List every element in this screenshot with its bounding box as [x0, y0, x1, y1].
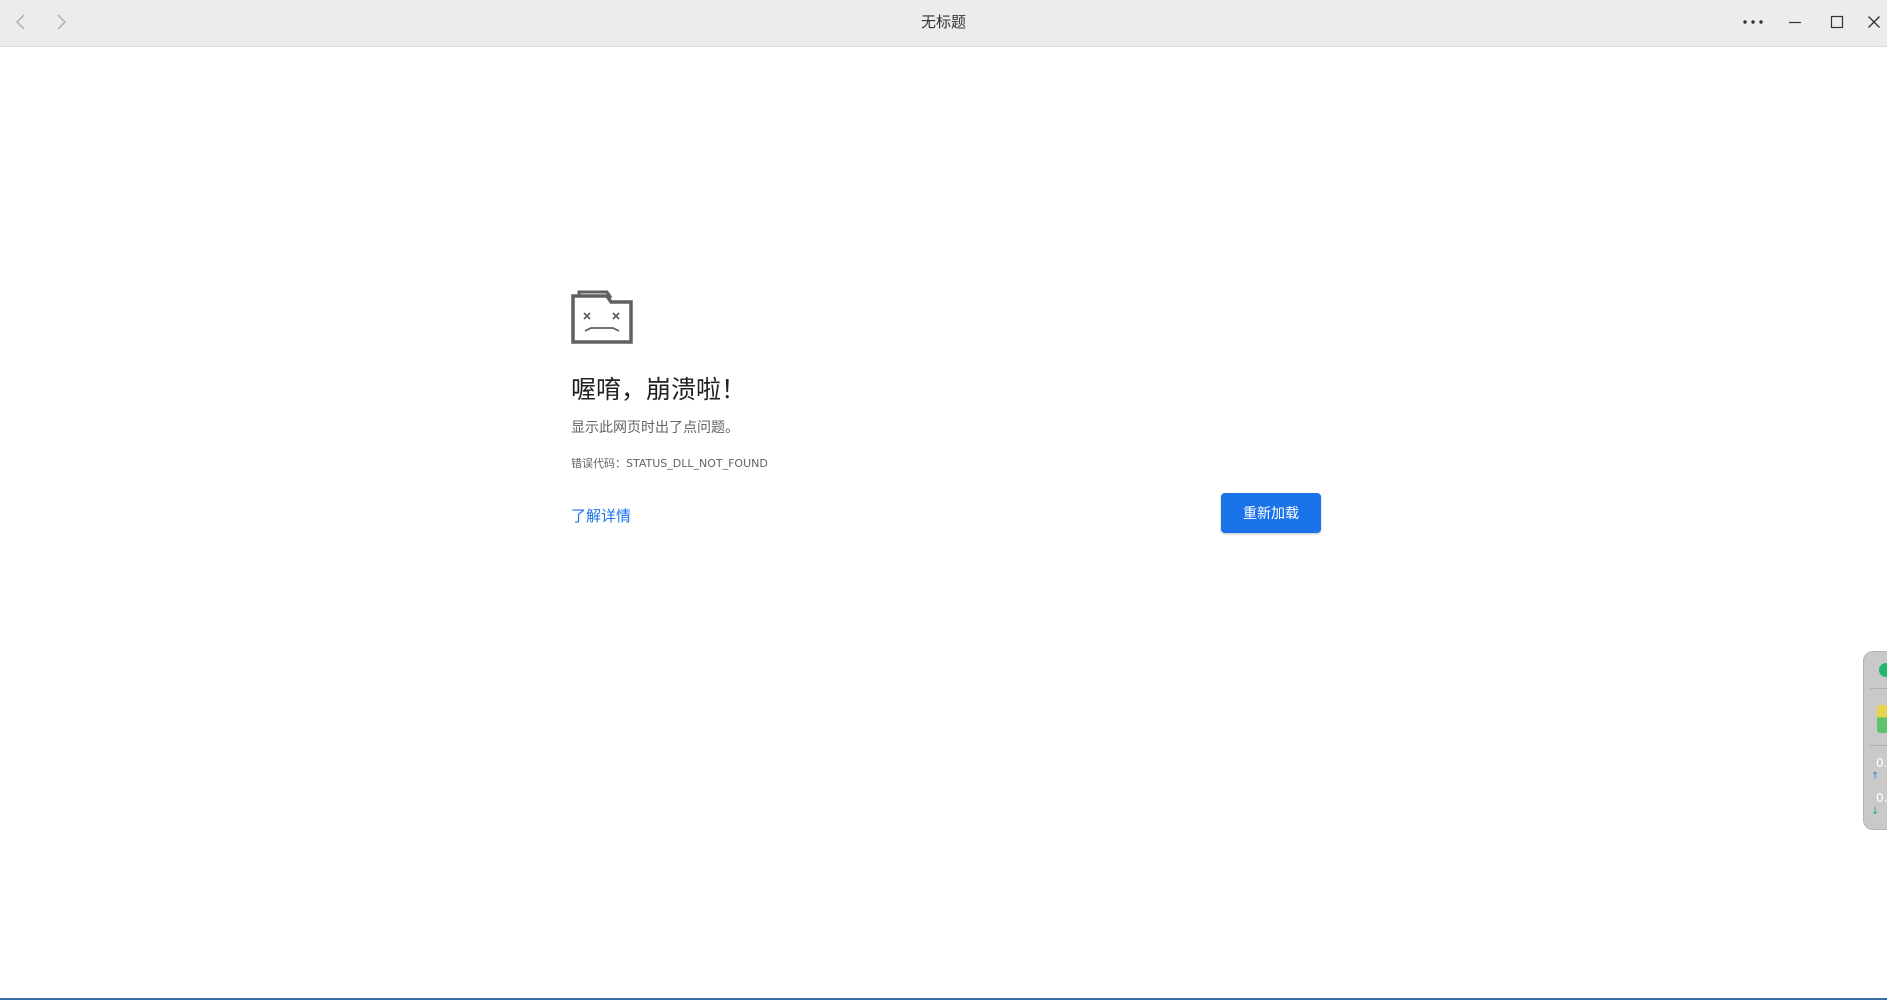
maximize-button[interactable]	[1820, 0, 1854, 44]
title-bar: 无标题	[0, 0, 1887, 47]
status-dot-icon	[1879, 663, 1887, 677]
forward-button[interactable]	[46, 0, 76, 44]
download-arrow-icon: ↓	[1871, 806, 1880, 817]
window-title: 无标题	[920, 13, 966, 31]
learn-more-link[interactable]: 了解详情	[571, 505, 631, 526]
back-button[interactable]	[6, 0, 36, 44]
download-speed: 0.	[1876, 791, 1887, 805]
crash-title: 喔唷，崩溃啦！	[571, 375, 747, 404]
browser-window: 无标题 喔唷，崩溃啦！ 显示此网页时出了点问题。 错误代码：STATUS_DLL…	[0, 0, 1887, 1000]
network-speed-widget[interactable]: ↑ 0. ↓ 0.	[1863, 651, 1887, 830]
chevron-right-icon	[57, 14, 67, 30]
more-horizontal-icon	[1743, 20, 1763, 24]
minimize-button[interactable]	[1778, 0, 1812, 44]
close-icon	[1867, 16, 1880, 28]
maximize-icon	[1830, 15, 1844, 29]
widget-divider	[1870, 688, 1887, 689]
upload-speed: 0.	[1876, 756, 1887, 770]
crash-description: 显示此网页时出了点问题。	[571, 420, 739, 436]
error-code: 错误代码：STATUS_DLL_NOT_FOUND	[571, 457, 768, 470]
close-button[interactable]	[1860, 0, 1887, 44]
chevron-left-icon	[15, 14, 25, 30]
sad-folder-icon	[571, 290, 633, 344]
reload-button[interactable]: 重新加载	[1221, 493, 1321, 533]
upload-arrow-icon: ↑	[1871, 771, 1880, 782]
memory-bar-icon	[1877, 705, 1887, 733]
minimize-icon	[1789, 21, 1801, 24]
widget-divider	[1870, 745, 1887, 746]
more-options-button[interactable]	[1736, 0, 1770, 44]
